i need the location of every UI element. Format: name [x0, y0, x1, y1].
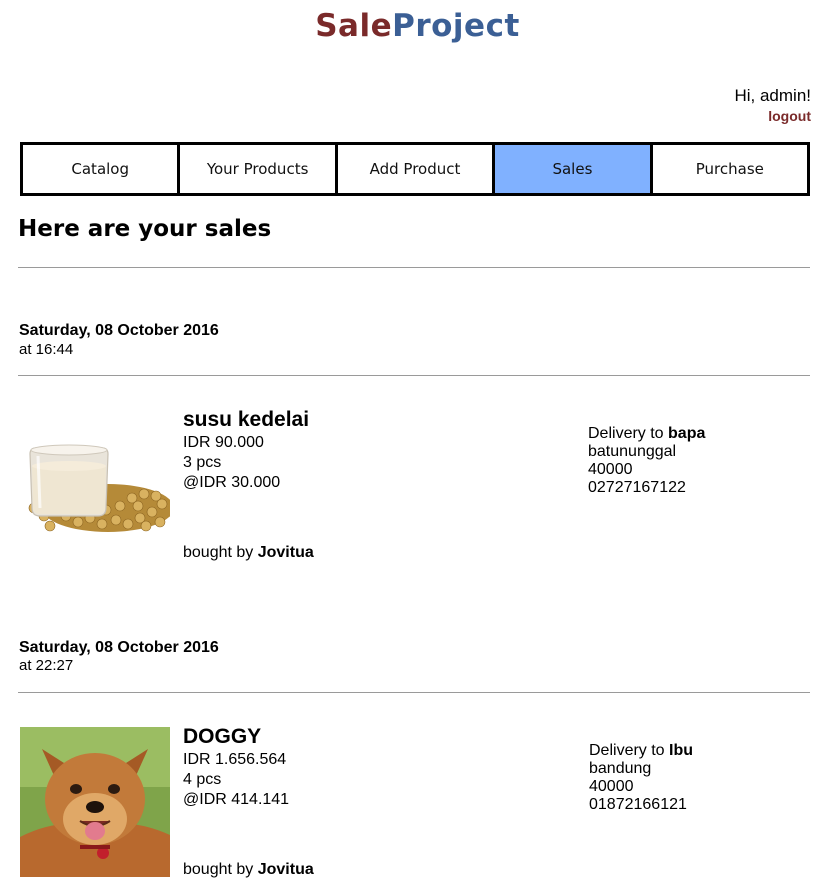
logo-sale-text: Sale [315, 8, 393, 44]
product-quantity: 3 pcs [183, 454, 222, 471]
dog-image [20, 727, 170, 877]
delivery-address: batununggal [588, 443, 677, 460]
product-unit-price: @IDR 414.141 [183, 791, 290, 808]
divider [18, 692, 810, 693]
delivery-label: Delivery to [589, 742, 665, 759]
delivery-postal-code: 40000 [589, 778, 634, 795]
recipient-name: bapa [668, 425, 706, 442]
delivery-info: Delivery to Ibu bandung 40000 0187216612… [589, 742, 693, 814]
delivery-recipient: Delivery to Ibu [589, 742, 693, 760]
product-name: DOGGY [183, 725, 262, 748]
main-nav: Catalog Your Products Add Product Sales … [20, 142, 811, 196]
divider [18, 267, 810, 268]
sale-date: Saturday, 08 October 2016 [19, 322, 219, 339]
delivery-phone: 02727167122 [588, 479, 686, 496]
product-image [20, 436, 170, 532]
bought-by-label: bought by [183, 861, 254, 878]
delivery-recipient: Delivery to bapa [588, 425, 705, 443]
tab-purchase[interactable]: Purchase [649, 142, 811, 196]
logout-link[interactable]: logout [768, 108, 811, 124]
delivery-address: bandung [589, 760, 652, 777]
bought-by: bought by Jovitua [183, 544, 314, 562]
user-greeting: Hi, admin! [734, 86, 811, 105]
product-image [20, 727, 170, 877]
tab-your-products[interactable]: Your Products [177, 142, 338, 196]
product-unit-price: @IDR 30.000 [183, 474, 281, 491]
sale-time: at 16:44 [19, 341, 74, 358]
tab-add-product[interactable]: Add Product [334, 142, 496, 196]
recipient-name: Ibu [669, 742, 694, 759]
divider [18, 375, 810, 376]
delivery-phone: 01872166121 [589, 796, 687, 813]
buyer-name: Jovitua [257, 544, 314, 561]
page-title: Here are your sales [18, 216, 272, 242]
product-total: IDR 90.000 [183, 434, 264, 451]
bought-by-label: bought by [183, 544, 254, 561]
site-logo[interactable]: SaleProject [0, 8, 835, 44]
sale-time: at 22:27 [19, 657, 74, 674]
tab-catalog[interactable]: Catalog [20, 142, 181, 196]
delivery-label: Delivery to [588, 425, 664, 442]
sale-date: Saturday, 08 October 2016 [19, 639, 219, 656]
delivery-postal-code: 40000 [588, 461, 633, 478]
product-name: susu kedelai [183, 408, 310, 431]
bought-by: bought by Jovitua [183, 861, 314, 879]
product-total: IDR 1.656.564 [183, 751, 287, 768]
logo-project-text: Project [392, 8, 520, 44]
tab-sales[interactable]: Sales [492, 142, 653, 196]
product-quantity: 4 pcs [183, 771, 222, 788]
buyer-name: Jovitua [257, 861, 314, 878]
delivery-info: Delivery to bapa batununggal 40000 02727… [588, 425, 705, 497]
soy-milk-image [20, 436, 170, 532]
